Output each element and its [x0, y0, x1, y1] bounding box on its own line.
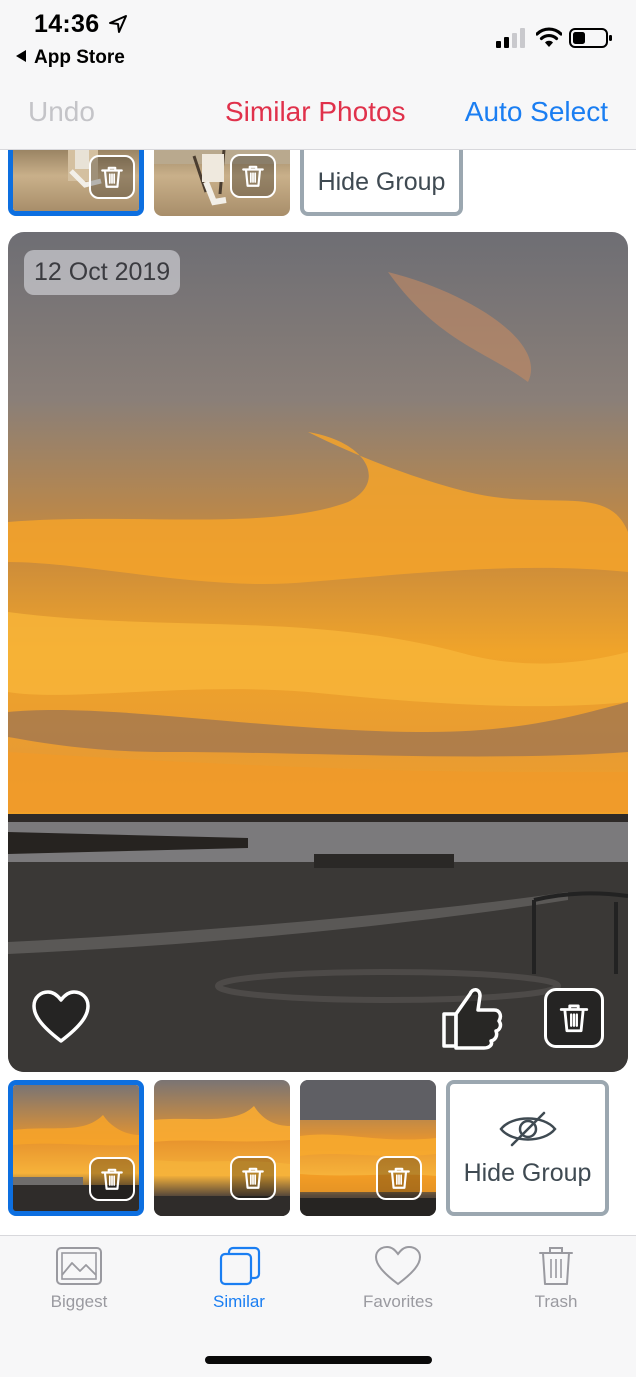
group-thumbnail[interactable] — [154, 150, 290, 216]
delete-photo-button[interactable] — [544, 988, 604, 1048]
undo-button[interactable]: Undo — [28, 96, 95, 128]
thumbnail-trash-button[interactable] — [376, 1156, 422, 1200]
group-thumbnail[interactable] — [300, 1080, 436, 1216]
trash-icon — [557, 1001, 591, 1035]
similar-stack-icon — [219, 1246, 261, 1286]
trash-icon — [539, 1247, 573, 1285]
trash-icon — [240, 1165, 266, 1191]
hide-group-label: Hide Group — [463, 1158, 592, 1187]
tab-bar: Biggest Similar Favorites Trash — [0, 1235, 636, 1377]
trash-icon — [99, 164, 125, 190]
group-thumbnail-selected[interactable] — [8, 1080, 144, 1216]
hide-group-button[interactable]: Hide Group — [446, 1080, 609, 1216]
thumbnail-trash-button[interactable] — [230, 1156, 276, 1200]
tab-biggest[interactable]: Biggest — [19, 1246, 139, 1326]
thumbnail-trash-button[interactable] — [89, 155, 135, 199]
cellular-signal-icon — [496, 28, 525, 48]
tab-label: Favorites — [363, 1292, 433, 1311]
trash-icon — [386, 1165, 412, 1191]
thumbnail-trash-button[interactable] — [89, 1157, 135, 1201]
thumbnail-trash-button[interactable] — [230, 154, 276, 198]
tab-similar[interactable]: Similar — [179, 1246, 299, 1326]
tab-label: Similar — [213, 1292, 265, 1311]
group-thumbnail[interactable] — [154, 1080, 290, 1216]
tab-favorites[interactable]: Favorites — [338, 1246, 458, 1326]
page-title: Similar Photos — [225, 96, 406, 127]
tab-label: Trash — [534, 1292, 578, 1311]
battery-icon — [569, 28, 612, 48]
heart-icon — [374, 1246, 422, 1286]
nav-bar: Undo Similar Photos Auto Select — [0, 76, 636, 150]
trash-icon — [99, 1166, 125, 1192]
tab-trash[interactable]: Trash — [496, 1246, 616, 1326]
wifi-icon — [536, 27, 562, 47]
auto-select-button[interactable]: Auto Select — [465, 96, 608, 128]
photo-date-badge: 12 Oct 2019 — [24, 250, 181, 295]
back-label: App Store — [34, 47, 125, 68]
favorite-heart-icon[interactable] — [30, 987, 92, 1049]
hide-group-label: Hide Group — [317, 167, 446, 196]
status-time: 14:36 — [34, 10, 100, 38]
similar-groups-list[interactable]: Hide Group 12 Oct 2019 Hide Group — [0, 150, 636, 1235]
back-to-app-store[interactable]: App Store — [16, 47, 125, 69]
sunset-beach-photo — [8, 232, 628, 1072]
tab-label: Biggest — [50, 1292, 108, 1311]
location-arrow-icon — [109, 15, 127, 33]
photo-icon — [56, 1247, 102, 1285]
main-photo[interactable]: 12 Oct 2019 — [8, 232, 628, 1072]
group-thumbnail[interactable] — [8, 150, 144, 216]
back-arrow-icon — [16, 50, 26, 62]
status-bar: 14:36 App Store — [0, 0, 636, 76]
home-indicator — [205, 1356, 432, 1364]
thumbs-up-icon[interactable] — [440, 984, 504, 1052]
hide-group-button[interactable]: Hide Group — [300, 150, 463, 216]
eye-slash-icon — [498, 1111, 557, 1146]
trash-icon — [240, 163, 266, 189]
